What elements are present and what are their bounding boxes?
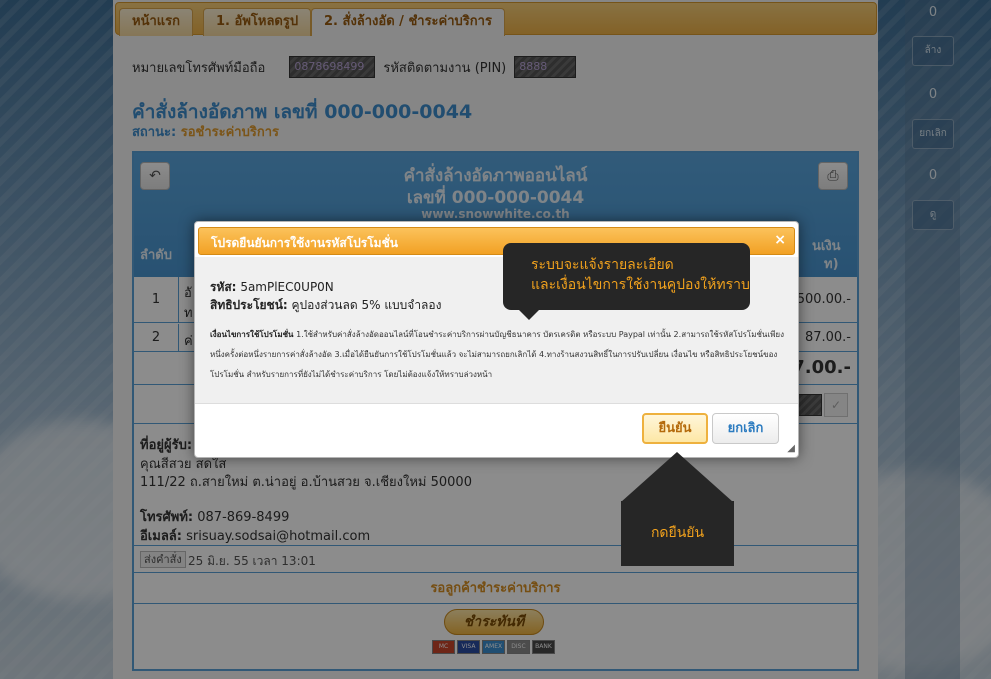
promo-conditions: เงื่อนไขการใช้โปรโมชั่น 1.ใช้สำหรับค่าสั… [210,330,784,379]
tooltip-line: และเงื่อนไขการใช้งานคูปองให้ทราบ [531,277,750,293]
info-tooltip: ระบบจะแจ้งรายละเอียด และเงื่อนไขการใช้งา… [503,243,750,320]
dialog-title: โปรดยืนยันการใช้งานรหัสโปรโมชั่น [211,236,398,250]
promo-benefit: สิทธิประโยชน์: คูปองส่วนลด 5% แบบจำลอง [210,298,442,312]
cancel-button[interactable]: ยกเลิก [712,413,779,444]
close-icon[interactable]: × [774,232,786,248]
confirm-button[interactable]: ยืนยัน [642,413,708,444]
confirm-hint-text: กดยืนยัน [650,525,705,541]
resize-grip-icon[interactable]: ◢ [787,443,795,454]
confirm-hint-callout: กดยืนยัน [621,452,734,566]
promo-code: รหัส: 5amPlEC0UP0N [210,280,334,294]
tooltip-line: ระบบจะแจ้งรายละเอียด [531,257,674,273]
